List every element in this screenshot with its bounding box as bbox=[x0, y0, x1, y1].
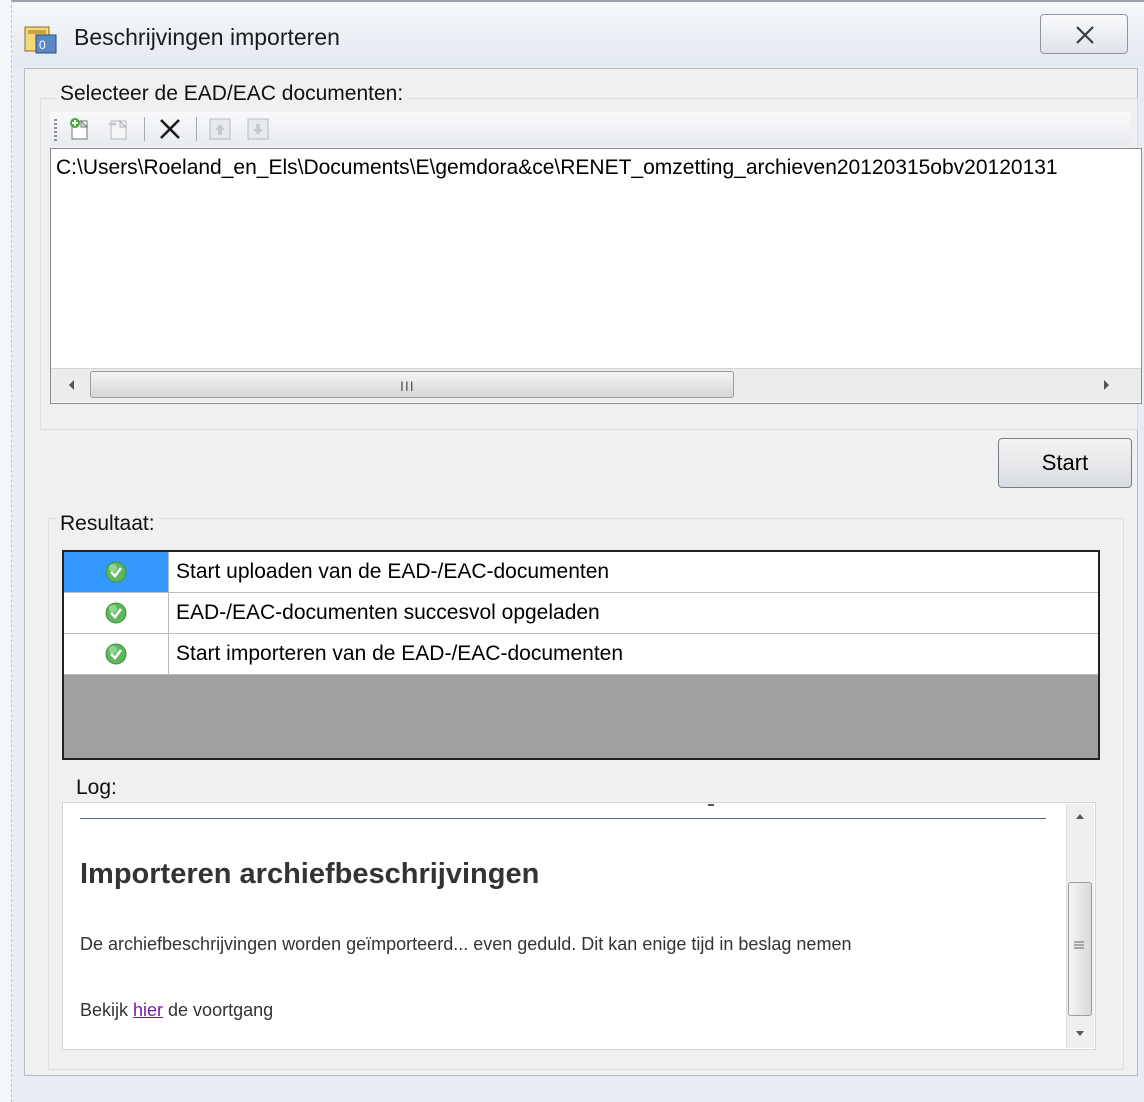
document-list[interactable] bbox=[50, 148, 1142, 404]
log-label: Log: bbox=[72, 776, 121, 800]
document-selection-label: Selecteer de EAD/EAC documenten: bbox=[56, 82, 408, 106]
log-divider bbox=[80, 818, 1046, 819]
result-message: Start uploaden van de EAD-/EAC-documente… bbox=[176, 560, 610, 583]
close-button[interactable] bbox=[1040, 14, 1128, 54]
remove-document-button[interactable] bbox=[106, 116, 130, 142]
table-row[interactable]: Start importeren van de EAD-/EAC-documen… bbox=[64, 634, 1098, 675]
log-progress-line: Bekijk hier de voortgang bbox=[80, 1000, 273, 1021]
log-progress-prefix: Bekijk bbox=[80, 1000, 134, 1020]
desktop-background bbox=[0, 0, 12, 1102]
toolbar-grip[interactable] bbox=[54, 119, 57, 141]
app-icon: 0 bbox=[24, 24, 58, 54]
chevron-right-icon bbox=[1104, 380, 1109, 390]
add-document-button[interactable] bbox=[68, 116, 92, 142]
log-message: De archiefbeschrijvingen worden geïmport… bbox=[80, 934, 852, 954]
result-label: Resultaat: bbox=[56, 512, 159, 536]
start-button[interactable]: Start bbox=[998, 438, 1132, 488]
progress-link[interactable]: hier bbox=[133, 1000, 163, 1020]
chevron-left-icon bbox=[69, 380, 74, 390]
move-down-icon bbox=[247, 118, 269, 140]
check-icon bbox=[105, 643, 127, 665]
delete-icon bbox=[160, 119, 180, 139]
window-title: Beschrijvingen importeren bbox=[74, 24, 340, 50]
remove-document-icon bbox=[109, 119, 128, 140]
scroll-up-button[interactable] bbox=[1070, 808, 1090, 826]
delete-button[interactable] bbox=[158, 116, 182, 142]
check-icon bbox=[105, 561, 127, 583]
move-up-icon bbox=[209, 118, 231, 140]
check-icon bbox=[105, 602, 127, 624]
scroll-grip: III bbox=[400, 378, 415, 394]
scroll-left-button[interactable] bbox=[60, 374, 84, 396]
status-cell[interactable] bbox=[64, 593, 169, 633]
chevron-up-icon bbox=[1076, 814, 1084, 819]
toolbar-separator bbox=[196, 117, 197, 141]
log-heading: Importeren archiefbeschrijvingen bbox=[80, 858, 540, 890]
table-row[interactable]: Start uploaden van de EAD-/EAC-documente… bbox=[64, 552, 1098, 593]
scroll-right-button[interactable] bbox=[1094, 374, 1118, 396]
scroll-down-button[interactable] bbox=[1070, 1024, 1090, 1042]
move-down-button[interactable] bbox=[246, 116, 270, 142]
list-item[interactable]: C:\Users\Roeland_en_Els\Documents\E\gemd… bbox=[56, 156, 1136, 180]
toolbar-separator bbox=[144, 117, 145, 141]
status-cell[interactable] bbox=[64, 634, 169, 674]
move-up-button[interactable] bbox=[208, 116, 232, 142]
chevron-down-icon bbox=[1076, 1031, 1084, 1036]
log-mark bbox=[708, 804, 714, 806]
result-message: Start importeren van de EAD-/EAC-documen… bbox=[176, 642, 624, 665]
log-progress-suffix: de voortgang bbox=[163, 1000, 274, 1020]
table-row[interactable]: EAD-/EAC-documenten succesvol opgeladen bbox=[64, 593, 1098, 634]
status-cell[interactable] bbox=[64, 552, 169, 592]
add-document-icon bbox=[70, 118, 89, 140]
result-message: EAD-/EAC-documenten succesvol opgeladen bbox=[176, 601, 600, 624]
close-icon bbox=[1076, 26, 1094, 44]
svg-text:0: 0 bbox=[39, 38, 46, 52]
scroll-grip-icon bbox=[1073, 936, 1085, 954]
